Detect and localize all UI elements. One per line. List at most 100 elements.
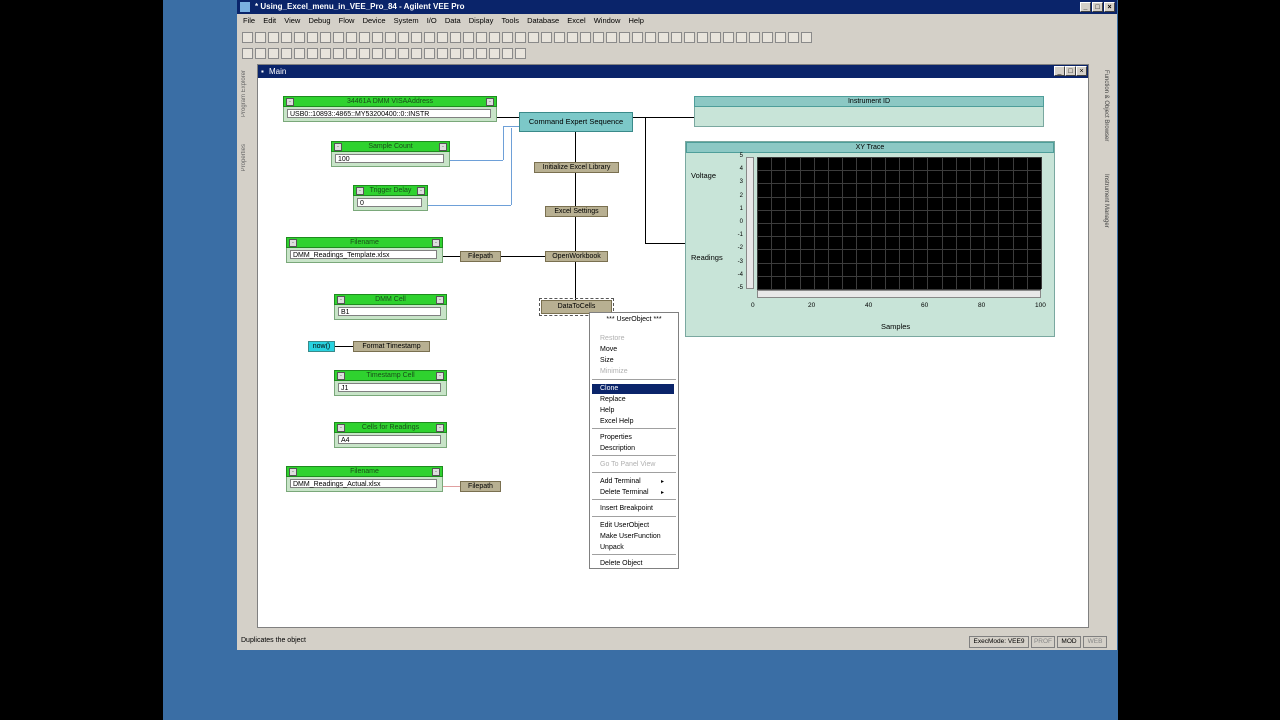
now-function[interactable]: now() bbox=[308, 341, 335, 352]
toolbar-button-icon[interactable] bbox=[489, 48, 500, 59]
toolbar-button-icon[interactable] bbox=[489, 32, 500, 43]
toolbar-button-icon[interactable] bbox=[528, 32, 539, 43]
menu-item-edit-userobject[interactable]: Edit UserObject bbox=[600, 522, 649, 529]
minimize-object-icon[interactable]: - bbox=[486, 98, 494, 106]
toolbar-button-icon[interactable] bbox=[476, 48, 487, 59]
toolbar-button-icon[interactable] bbox=[801, 32, 812, 43]
toolbar-button-icon[interactable] bbox=[268, 32, 279, 43]
menu-item-add-terminal[interactable]: Add Terminal ▸ bbox=[600, 478, 670, 485]
toolbar-button-icon[interactable] bbox=[450, 48, 461, 59]
menu-item-description[interactable]: Description bbox=[600, 445, 635, 452]
toolbar-button-icon[interactable] bbox=[749, 32, 760, 43]
menu-item-clone[interactable]: Clone bbox=[592, 384, 674, 394]
cells-for-readings-constant[interactable]: Cells for Readings - - A4 bbox=[334, 422, 447, 448]
toolbar-button-icon[interactable] bbox=[346, 48, 357, 59]
minimize-button[interactable]: _ bbox=[1080, 2, 1091, 12]
sample-count-constant[interactable]: Sample Count - - 100 bbox=[331, 141, 450, 167]
x-scrollbar[interactable] bbox=[757, 290, 1041, 298]
toolbar-button-icon[interactable] bbox=[502, 48, 513, 59]
toolbar-button-icon[interactable] bbox=[593, 32, 604, 43]
command-expert-sequence-object[interactable]: Command Expert Sequence bbox=[519, 112, 633, 132]
minimize-object-icon[interactable]: - bbox=[432, 239, 440, 247]
toolbar-button-icon[interactable] bbox=[398, 48, 409, 59]
menu-help[interactable]: Help bbox=[628, 16, 643, 25]
toolbar-button-icon[interactable] bbox=[580, 32, 591, 43]
dmm-cell-constant[interactable]: DMM Cell - - B1 bbox=[334, 294, 447, 320]
toolbar-button-icon[interactable] bbox=[294, 32, 305, 43]
properties-tab[interactable]: Properties bbox=[241, 144, 247, 171]
menu-item-help[interactable]: Help bbox=[600, 407, 614, 414]
menu-item-properties[interactable]: Properties bbox=[600, 434, 632, 441]
toolbar-button-icon[interactable] bbox=[307, 48, 318, 59]
instrument-id-display[interactable]: Instrument ID bbox=[694, 96, 1044, 127]
toolbar-button-icon[interactable] bbox=[619, 32, 630, 43]
excel-settings-object[interactable]: Excel Settings bbox=[545, 206, 608, 217]
toolbar-button-icon[interactable] bbox=[424, 48, 435, 59]
menu-item-delete-object[interactable]: Delete Object bbox=[600, 560, 642, 567]
menu-item-size[interactable]: Size bbox=[600, 357, 614, 364]
toolbar-button-icon[interactable] bbox=[788, 32, 799, 43]
filename-actual-constant[interactable]: Filename - - DMM_Readings_Actual.xlsx bbox=[286, 466, 443, 492]
dmm-cell-field[interactable]: B1 bbox=[338, 307, 441, 316]
format-timestamp-object[interactable]: Format Timestamp bbox=[353, 341, 430, 352]
toolbar-button-icon[interactable] bbox=[255, 32, 266, 43]
menu-item-move[interactable]: Move bbox=[600, 346, 617, 353]
toolbar-button-icon[interactable] bbox=[775, 32, 786, 43]
toolbar-button-icon[interactable] bbox=[463, 32, 474, 43]
filename-actual-field[interactable]: DMM_Readings_Actual.xlsx bbox=[290, 479, 437, 488]
timestamp-cell-field[interactable]: J1 bbox=[338, 383, 441, 392]
menu-flow[interactable]: Flow bbox=[339, 16, 355, 25]
toolbar-button-icon[interactable] bbox=[346, 32, 357, 43]
toolbar-button-icon[interactable] bbox=[658, 32, 669, 43]
toolbar-button-icon[interactable] bbox=[437, 48, 448, 59]
toolbar-button-icon[interactable] bbox=[281, 32, 292, 43]
main-window-title-bar[interactable]: ▪ Main _ □ × bbox=[258, 65, 1088, 78]
initialize-excel-library-object[interactable]: Initialize Excel Library bbox=[534, 162, 619, 173]
toolbar-button-icon[interactable] bbox=[359, 48, 370, 59]
filepath-object[interactable]: Filepath bbox=[460, 481, 501, 492]
object-menu-icon[interactable]: - bbox=[334, 143, 342, 151]
toolbar-button-icon[interactable] bbox=[424, 32, 435, 43]
minimize-object-icon[interactable]: - bbox=[417, 187, 425, 195]
toolbar-button-icon[interactable] bbox=[541, 32, 552, 43]
toolbar-button-icon[interactable] bbox=[606, 32, 617, 43]
filepath-object[interactable]: Filepath bbox=[460, 251, 501, 262]
toolbar-button-icon[interactable] bbox=[255, 48, 266, 59]
toolbar-button-icon[interactable] bbox=[723, 32, 734, 43]
cells-for-readings-field[interactable]: A4 bbox=[338, 435, 441, 444]
toolbar-button-icon[interactable] bbox=[567, 32, 578, 43]
main-close-button[interactable]: × bbox=[1076, 66, 1087, 76]
minimize-object-icon[interactable]: - bbox=[436, 372, 444, 380]
toolbar-button-icon[interactable] bbox=[476, 32, 487, 43]
toolbar-button-icon[interactable] bbox=[242, 48, 253, 59]
toolbar-button-icon[interactable] bbox=[710, 32, 721, 43]
menu-display[interactable]: Display bbox=[469, 16, 494, 25]
visa-address-constant[interactable]: 34461A DMM VISAAddress - - USB0::10893::48… bbox=[283, 96, 497, 122]
trigger-delay-constant[interactable]: Trigger Delay - - 0 bbox=[353, 185, 428, 211]
object-menu-icon[interactable]: - bbox=[337, 372, 345, 380]
open-workbook-object[interactable]: OpenWorkbook bbox=[545, 251, 608, 262]
menu-item-insert-breakpoint[interactable]: Insert Breakpoint bbox=[600, 505, 653, 512]
filename-template-constant[interactable]: Filename - - DMM_Readings_Template.xlsx bbox=[286, 237, 443, 263]
toolbar-button-icon[interactable] bbox=[333, 48, 344, 59]
minimize-object-icon[interactable]: - bbox=[439, 143, 447, 151]
toolbar-button-icon[interactable] bbox=[515, 32, 526, 43]
menu-tools[interactable]: Tools bbox=[501, 16, 519, 25]
sample-count-field[interactable]: 100 bbox=[335, 154, 444, 163]
toolbar-button-icon[interactable] bbox=[502, 32, 513, 43]
toolbar-button-icon[interactable] bbox=[450, 32, 461, 43]
object-menu-icon[interactable]: - bbox=[286, 98, 294, 106]
menu-view[interactable]: View bbox=[284, 16, 300, 25]
toolbar-button-icon[interactable] bbox=[385, 48, 396, 59]
toolbar-button-icon[interactable] bbox=[463, 48, 474, 59]
main-maximize-button[interactable]: □ bbox=[1065, 66, 1076, 76]
toolbar-button-icon[interactable] bbox=[372, 48, 383, 59]
toolbar-button-icon[interactable] bbox=[359, 32, 370, 43]
object-menu-icon[interactable]: - bbox=[289, 239, 297, 247]
object-menu-icon[interactable]: - bbox=[289, 468, 297, 476]
close-button[interactable]: × bbox=[1104, 2, 1115, 12]
menu-device[interactable]: Device bbox=[363, 16, 386, 25]
visa-address-field[interactable]: USB0::10893::4865::MY53200400::0::INSTR bbox=[287, 109, 491, 118]
menu-item-replace[interactable]: Replace bbox=[600, 396, 626, 403]
toolbar-button-icon[interactable] bbox=[736, 32, 747, 43]
